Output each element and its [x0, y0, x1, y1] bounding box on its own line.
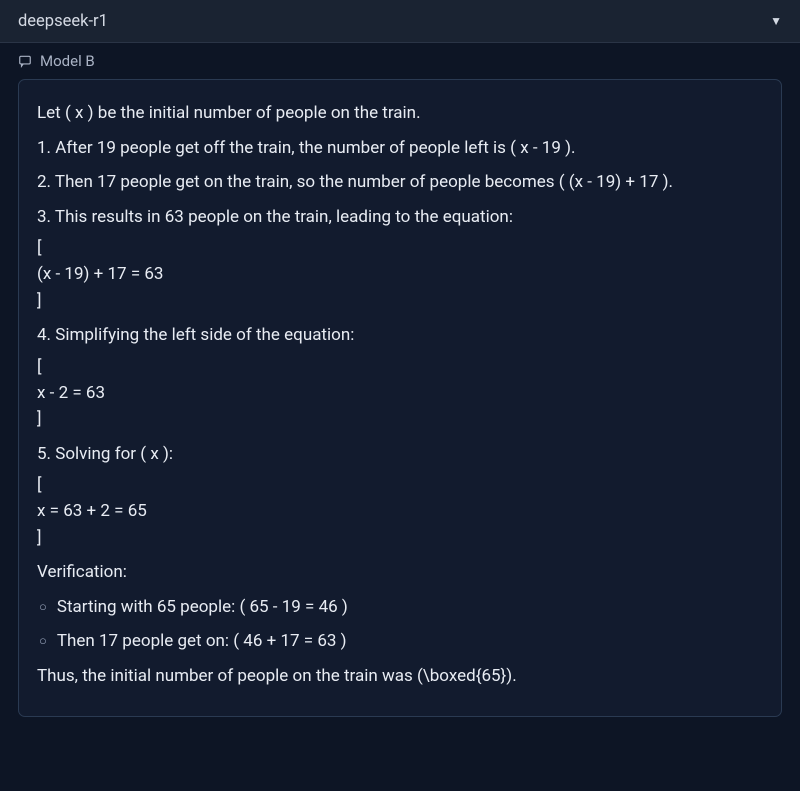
response-line: Let ( x ) be the initial number of peopl…: [37, 101, 763, 127]
list-item: ○ Then 17 people get on: ( 46 + 17 = 63 …: [37, 629, 763, 655]
response-line: 4. Simplifying the left side of the equa…: [37, 323, 763, 349]
equation-block: [ x = 63 + 2 = 65 ]: [37, 472, 763, 551]
bracket-close: ]: [37, 525, 763, 551]
chat-icon: [18, 54, 32, 68]
equation-body: x = 63 + 2 = 65: [37, 498, 763, 524]
bullet-icon: ○: [37, 629, 47, 655]
list-item-text: Starting with 65 people: ( 65 - 19 = 46 …: [57, 595, 348, 621]
list-item: ○ Starting with 65 people: ( 65 - 19 = 4…: [37, 595, 763, 621]
equation-body: (x - 19) + 17 = 63: [37, 261, 763, 287]
bracket-close: ]: [37, 406, 763, 432]
bullet-icon: ○: [37, 595, 47, 621]
response-line: 2. Then 17 people get on the train, so t…: [37, 170, 763, 196]
response-line: 1. After 19 people get off the train, th…: [37, 136, 763, 162]
equation-block: [ (x - 19) + 17 = 63 ]: [37, 235, 763, 314]
model-name: deepseek-r1: [18, 12, 108, 31]
response-line: Thus, the initial number of people on th…: [37, 664, 763, 690]
equation-body: x - 2 = 63: [37, 380, 763, 406]
panel-header: Model B: [0, 43, 800, 79]
equation-block: [ x - 2 = 63 ]: [37, 354, 763, 433]
response-line: Verification:: [37, 560, 763, 586]
model-selector[interactable]: deepseek-r1 ▼: [0, 0, 800, 43]
chevron-down-icon: ▼: [770, 14, 782, 28]
response-line: 3. This results in 63 people on the trai…: [37, 205, 763, 231]
response-content: Let ( x ) be the initial number of peopl…: [18, 79, 782, 717]
list-item-text: Then 17 people get on: ( 46 + 17 = 63 ): [57, 629, 347, 655]
bracket-open: [: [37, 235, 763, 261]
response-line: 5. Solving for ( x ):: [37, 442, 763, 468]
bracket-open: [: [37, 472, 763, 498]
bracket-close: ]: [37, 288, 763, 314]
bracket-open: [: [37, 354, 763, 380]
panel-label: Model B: [40, 52, 95, 70]
